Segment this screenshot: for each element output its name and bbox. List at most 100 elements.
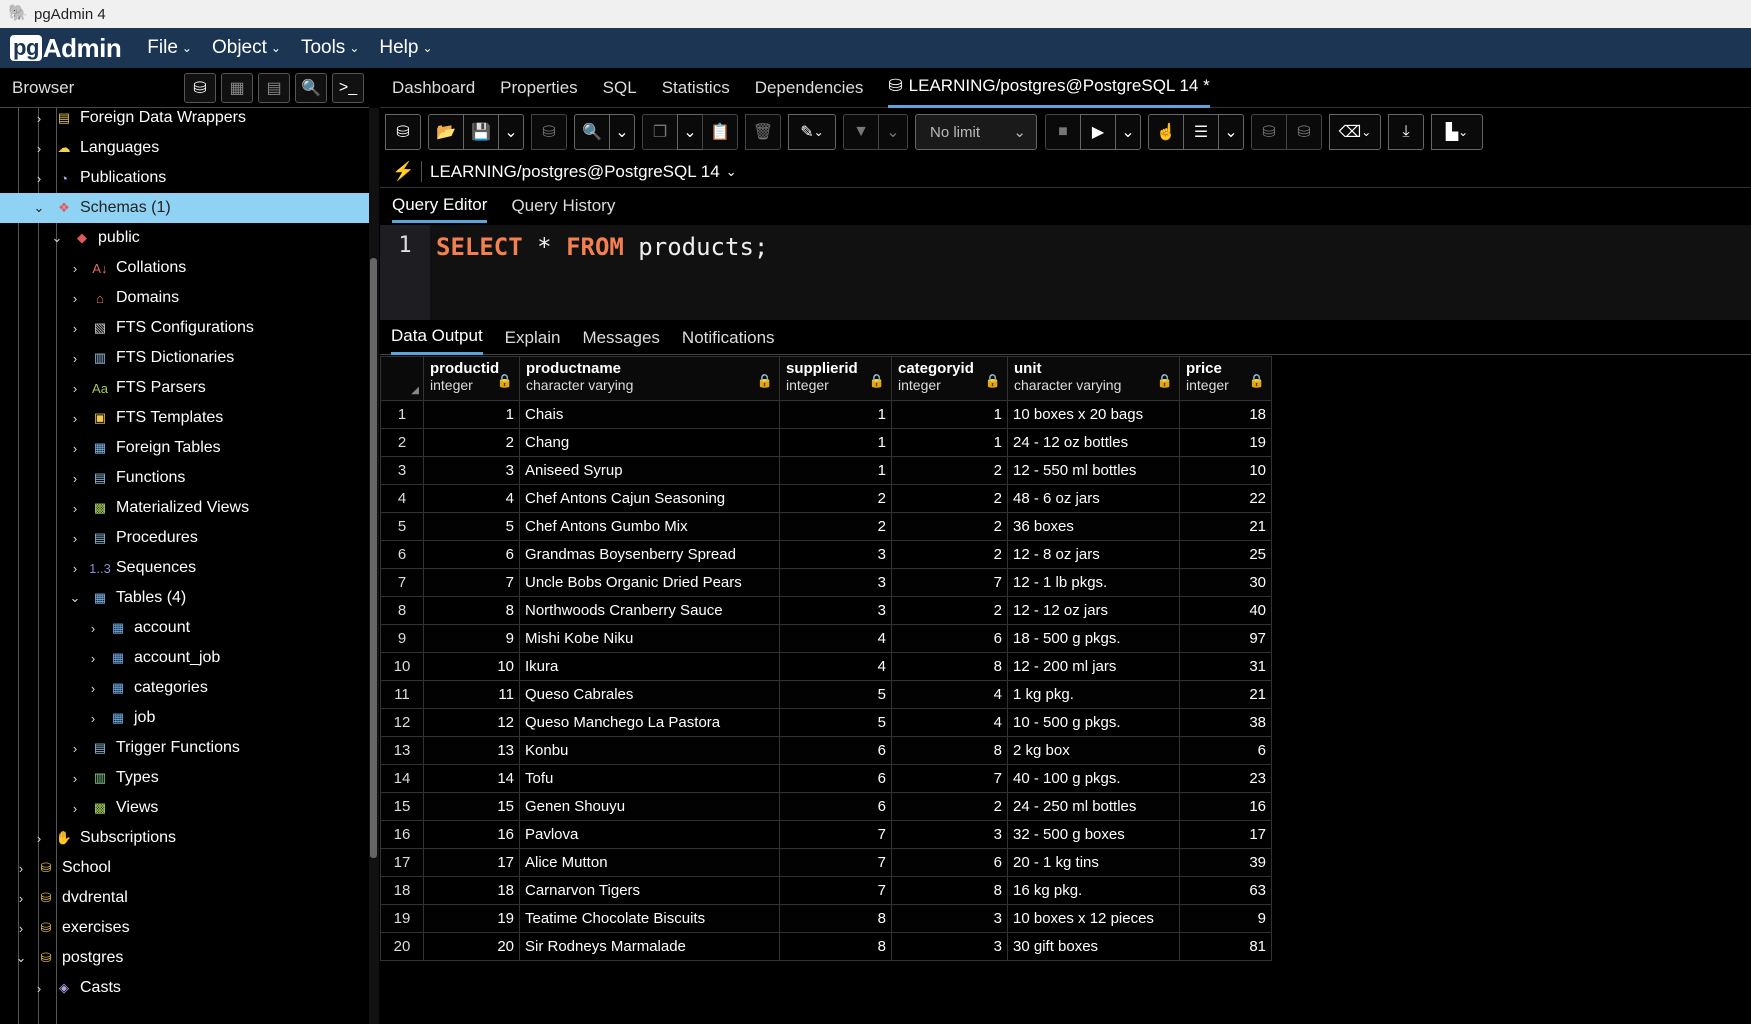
chevron-right-icon[interactable]: › bbox=[68, 741, 82, 756]
table-cell[interactable]: 20 bbox=[423, 932, 520, 961]
tree-node[interactable]: › ⛁ School bbox=[0, 853, 369, 883]
table-cell[interactable]: 36 boxes bbox=[1007, 512, 1180, 541]
row-limit-select[interactable]: No limit ⌄ bbox=[915, 114, 1037, 150]
edit-button[interactable]: ✎ ⌄ bbox=[788, 114, 836, 150]
table-cell[interactable]: 3 bbox=[779, 596, 892, 625]
table-cell[interactable]: 2 bbox=[779, 484, 892, 513]
table-cell[interactable]: 12 - 8 oz jars bbox=[1007, 540, 1180, 569]
table-cell[interactable]: 24 - 250 ml bottles bbox=[1007, 792, 1180, 821]
table-cell[interactable]: 23 bbox=[1179, 764, 1272, 793]
tab-dependencies[interactable]: Dependencies bbox=[755, 68, 864, 108]
row-number[interactable]: 6 bbox=[380, 540, 424, 569]
table-cell[interactable]: 25 bbox=[1179, 540, 1272, 569]
tree-node[interactable]: › ▦ account bbox=[0, 613, 369, 643]
clear-button[interactable]: ⌫ ⌄ bbox=[1329, 114, 1381, 150]
table-cell[interactable]: 2 bbox=[891, 540, 1008, 569]
chevron-down-icon[interactable]: ⌄ bbox=[68, 590, 82, 606]
table-cell[interactable]: 1 bbox=[423, 400, 520, 429]
tab-data-output[interactable]: Data Output bbox=[391, 321, 483, 355]
table-cell[interactable]: 19 bbox=[1179, 428, 1272, 457]
tree-node[interactable]: › ▣ FTS Templates bbox=[0, 403, 369, 433]
table-cell[interactable]: 6 bbox=[779, 792, 892, 821]
row-number[interactable]: 12 bbox=[380, 708, 424, 737]
psql-tool-button[interactable]: >_ bbox=[332, 72, 364, 103]
table-cell[interactable]: Konbu bbox=[519, 736, 780, 765]
chevron-right-icon[interactable]: › bbox=[68, 411, 82, 426]
table-cell[interactable]: 8 bbox=[891, 876, 1008, 905]
tree-node[interactable]: › ▦ Foreign Tables bbox=[0, 433, 369, 463]
table-row[interactable]: 9 9 Mishi Kobe Niku 4 6 18 - 500 g pkgs. 97 bbox=[380, 624, 1272, 653]
table-cell[interactable]: 6 bbox=[423, 540, 520, 569]
tree-node[interactable]: › Aa FTS Parsers bbox=[0, 373, 369, 403]
table-row[interactable]: 18 18 Carnarvon Tigers 7 8 16 kg pkg. 63 bbox=[380, 876, 1272, 905]
chevron-right-icon[interactable]: › bbox=[86, 681, 100, 696]
tree-node[interactable]: › ▤ Procedures bbox=[0, 523, 369, 553]
table-cell[interactable]: 3 bbox=[891, 932, 1008, 961]
chevron-right-icon[interactable]: › bbox=[68, 471, 82, 486]
table-cell[interactable]: 4 bbox=[779, 652, 892, 681]
table-cell[interactable]: Chang bbox=[519, 428, 780, 457]
table-cell[interactable]: 1 kg pkg. bbox=[1007, 680, 1180, 709]
paste-button[interactable]: 📋 bbox=[702, 114, 738, 150]
table-cell[interactable]: 12 - 12 oz jars bbox=[1007, 596, 1180, 625]
view-data-button[interactable]: ▦ bbox=[221, 72, 253, 103]
table-cell[interactable]: 81 bbox=[1179, 932, 1272, 961]
table-cell[interactable]: 7 bbox=[779, 848, 892, 877]
table-row[interactable]: 11 11 Queso Cabrales 5 4 1 kg pkg. 21 bbox=[380, 680, 1272, 709]
tree-node[interactable]: › ✋ Subscriptions bbox=[0, 823, 369, 853]
chevron-right-icon[interactable]: › bbox=[68, 441, 82, 456]
table-row[interactable]: 6 6 Grandmas Boysenberry Spread 3 2 12 - 8 oz… bbox=[380, 540, 1272, 569]
table-cell[interactable]: 48 - 6 oz jars bbox=[1007, 484, 1180, 513]
filter-button[interactable]: ▼ bbox=[843, 114, 879, 150]
execute-dropdown-button[interactable]: ⌄ bbox=[1115, 114, 1141, 150]
tree-node[interactable]: › ▤ Trigger Functions bbox=[0, 733, 369, 763]
table-cell[interactable]: 8 bbox=[779, 932, 892, 961]
chevron-right-icon[interactable]: › bbox=[68, 801, 82, 816]
menu-tools[interactable]: Tools ⌄ bbox=[301, 37, 359, 59]
table-cell[interactable]: 1 bbox=[891, 428, 1008, 457]
table-row[interactable]: 15 15 Genen Shouyu 6 2 24 - 250 ml bottles 16 bbox=[380, 792, 1272, 821]
chevron-right-icon[interactable]: › bbox=[32, 141, 46, 156]
tree-node[interactable]: › ⛁ dvdrental bbox=[0, 883, 369, 913]
table-row[interactable]: 13 13 Konbu 6 8 2 kg box 6 bbox=[380, 736, 1272, 765]
chevron-right-icon[interactable]: › bbox=[68, 261, 82, 276]
table-cell[interactable]: 10 - 500 g pkgs. bbox=[1007, 708, 1180, 737]
chevron-right-icon[interactable]: › bbox=[68, 531, 82, 546]
table-cell[interactable]: 2 bbox=[891, 596, 1008, 625]
tree-node[interactable]: › ▦ job bbox=[0, 703, 369, 733]
tree-node[interactable]: ⌄ ❖ Schemas (1) bbox=[0, 193, 369, 223]
table-cell[interactable]: 5 bbox=[779, 680, 892, 709]
table-cell[interactable]: 12 bbox=[423, 708, 520, 737]
table-cell[interactable]: 12 - 200 ml jars bbox=[1007, 652, 1180, 681]
table-cell[interactable]: 8 bbox=[779, 904, 892, 933]
row-number[interactable]: 18 bbox=[380, 876, 424, 905]
row-number[interactable]: 16 bbox=[380, 820, 424, 849]
table-cell[interactable]: 12 - 550 ml bottles bbox=[1007, 456, 1180, 485]
table-cell[interactable]: 3 bbox=[779, 540, 892, 569]
open-file-button[interactable]: 📂 bbox=[428, 114, 464, 150]
row-number[interactable]: 15 bbox=[380, 792, 424, 821]
chevron-down-icon[interactable]: ⌄ bbox=[32, 200, 46, 216]
table-cell[interactable]: 1 bbox=[779, 400, 892, 429]
table-cell[interactable]: 18 bbox=[1179, 400, 1272, 429]
menu-help[interactable]: Help ⌄ bbox=[379, 37, 432, 59]
tree-node[interactable]: › ◔ Publications bbox=[0, 163, 369, 193]
chevron-right-icon[interactable]: › bbox=[32, 171, 46, 186]
table-cell[interactable]: 3 bbox=[891, 904, 1008, 933]
table-cell[interactable]: Tofu bbox=[519, 764, 780, 793]
table-cell[interactable]: 6 bbox=[891, 624, 1008, 653]
table-cell[interactable]: Uncle Bobs Organic Dried Pears bbox=[519, 568, 780, 597]
chevron-down-icon[interactable]: ⌄ bbox=[50, 230, 64, 246]
table-cell[interactable]: 2 kg box bbox=[1007, 736, 1180, 765]
row-number[interactable]: 5 bbox=[380, 512, 424, 541]
tree-node[interactable]: › ⌂ Domains bbox=[0, 283, 369, 313]
tab-query-history[interactable]: Query History bbox=[511, 189, 615, 223]
table-cell[interactable]: Teatime Chocolate Biscuits bbox=[519, 904, 780, 933]
chevron-right-icon[interactable]: › bbox=[14, 921, 28, 936]
table-cell[interactable]: 7 bbox=[891, 764, 1008, 793]
sql-editor[interactable]: 1 SELECT * FROM products; bbox=[380, 225, 1751, 320]
table-cell[interactable]: 14 bbox=[423, 764, 520, 793]
table-row[interactable]: 4 4 Chef Antons Cajun Seasoning 2 2 48 - 6 oz… bbox=[380, 484, 1272, 513]
table-cell[interactable]: 10 boxes x 20 bags bbox=[1007, 400, 1180, 429]
chevron-right-icon[interactable]: › bbox=[68, 501, 82, 516]
